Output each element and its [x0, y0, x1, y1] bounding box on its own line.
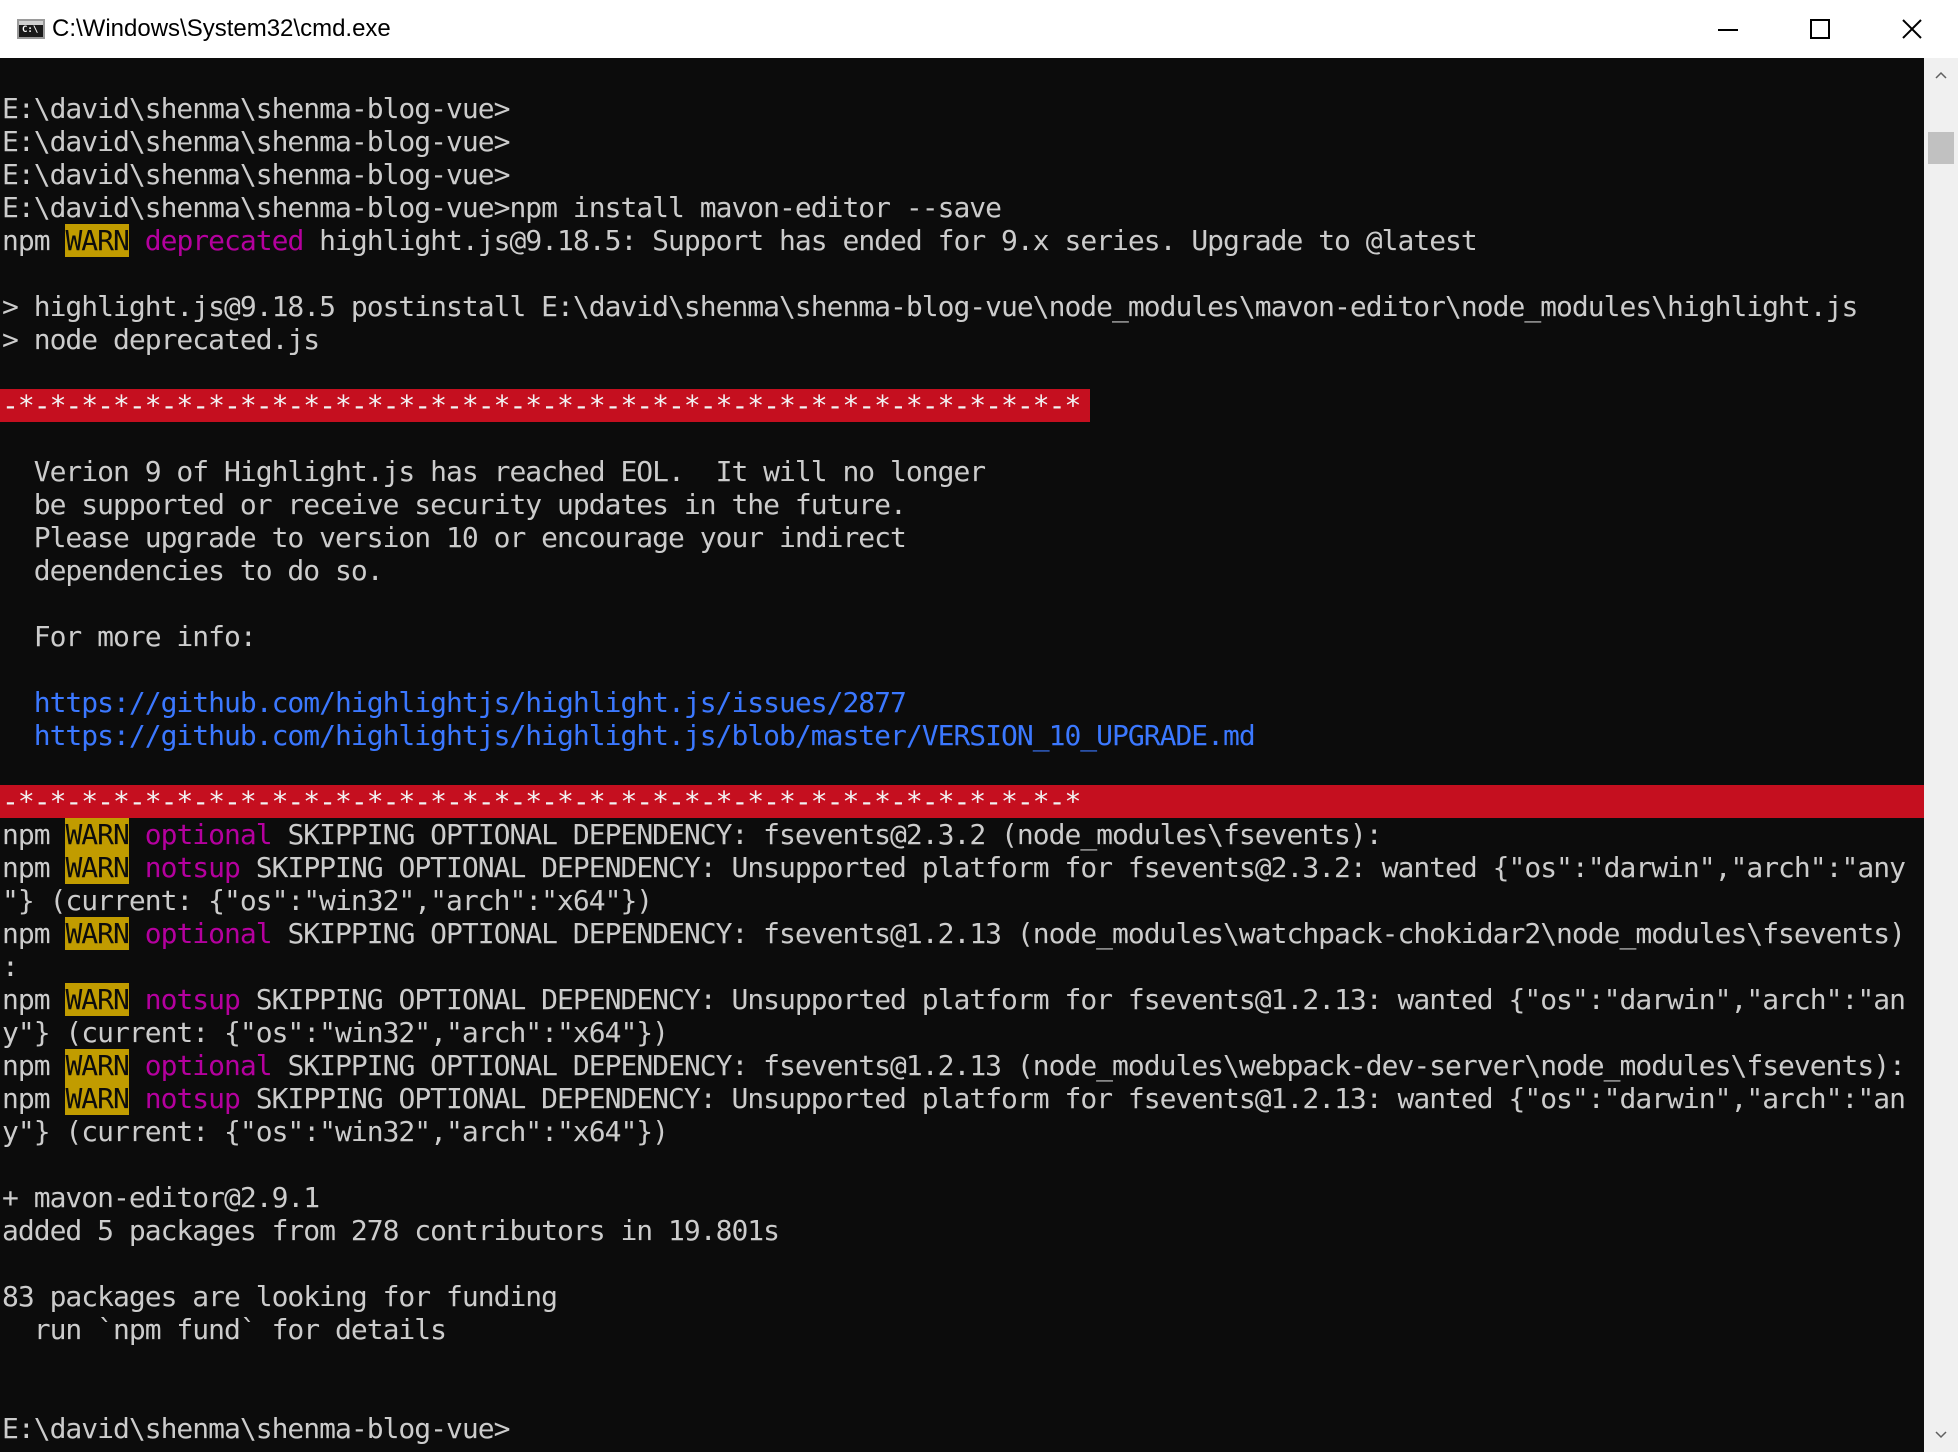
npm-prefix: npm	[2, 983, 66, 1016]
minimize-button[interactable]	[1682, 0, 1774, 58]
warn-tag: notsup	[128, 1082, 241, 1115]
warn-badge: WARN	[65, 1049, 130, 1082]
close-icon	[1902, 19, 1922, 39]
prompt-line: E:\david\shenma\shenma-blog-vue>	[2, 92, 510, 125]
npm-prefix: npm	[2, 1049, 66, 1082]
upgrade-guide-link[interactable]: https://github.com/highlightjs/highlight…	[2, 719, 1256, 752]
warn-tag: notsup	[128, 983, 241, 1016]
eol-notice-line: Please upgrade to version 10 or encourag…	[2, 521, 907, 554]
eol-notice-line: dependencies to do so.	[2, 554, 384, 587]
warn-badge: WARN	[65, 917, 130, 950]
close-button[interactable]	[1866, 0, 1958, 58]
warn-message: highlight.js@9.18.5: Support has ended f…	[303, 224, 1478, 257]
scroll-down-button[interactable]	[1924, 1418, 1958, 1452]
warn-message: SKIPPING OPTIONAL DEPENDENCY: Unsupporte…	[239, 983, 1906, 1016]
warn-line: npm WARN notsup SKIPPING OPTIONAL DEPEND…	[2, 851, 1906, 884]
prompt-line: E:\david\shenma\shenma-blog-vue>	[2, 125, 510, 158]
scrollbar-thumb[interactable]	[1928, 132, 1954, 164]
install-summary-line: added 5 packages from 278 contributors i…	[2, 1214, 780, 1247]
warn-continuation-line: y"} (current: {"os":"win32","arch":"x64"…	[2, 1115, 669, 1148]
postinstall-line: > node deprecated.js	[2, 323, 320, 356]
funding-line: run `npm fund` for details	[2, 1313, 447, 1346]
warn-tag: optional	[128, 818, 273, 851]
minimize-icon	[1718, 29, 1738, 31]
postinstall-line: > highlight.js@9.18.5 postinstall E:\dav…	[2, 290, 1858, 323]
warn-badge: WARN	[65, 224, 130, 257]
scroll-up-button[interactable]	[1924, 58, 1958, 92]
warn-badge: WARN	[65, 983, 130, 1016]
warn-line: npm WARN optional SKIPPING OPTIONAL DEPE…	[2, 818, 1383, 851]
warn-message: SKIPPING OPTIONAL DEPENDENCY: fsevents@1…	[271, 1049, 1905, 1082]
npm-prefix: npm	[2, 917, 66, 950]
warn-line: npm WARN optional SKIPPING OPTIONAL DEPE…	[2, 917, 1906, 950]
warn-continuation-line: "} (current: {"os":"win32","arch":"x64"}…	[2, 884, 653, 917]
window-title: C:\Windows\System32\cmd.exe	[52, 15, 391, 42]
warn-tag: notsup	[128, 851, 241, 884]
chevron-down-icon	[1935, 1431, 1947, 1439]
cmd-window: C:\ C:\Windows\System32\cmd.exe E:\david…	[0, 0, 1958, 1452]
warn-continuation-line: :	[2, 950, 19, 983]
eol-notice-line: be supported or receive security updates…	[2, 488, 907, 521]
warn-badge: WARN	[65, 851, 130, 884]
eol-notice-line: Verion 9 of Highlight.js has reached EOL…	[2, 455, 986, 488]
warn-badge: WARN	[65, 1082, 130, 1115]
stars-text: -*-*-*-*-*-*-*-*-*-*-*-*-*-*-*-*-*-*-*-*…	[2, 785, 1081, 818]
stars-divider-top: -*-*-*-*-*-*-*-*-*-*-*-*-*-*-*-*-*-*-*-*…	[0, 389, 1090, 422]
warn-line: npm WARN notsup SKIPPING OPTIONAL DEPEND…	[2, 983, 1906, 1016]
more-info-line: For more info:	[2, 620, 257, 653]
warn-message: SKIPPING OPTIONAL DEPENDENCY: fsevents@2…	[271, 818, 1382, 851]
vertical-scrollbar[interactable]	[1924, 58, 1958, 1452]
warn-message: SKIPPING OPTIONAL DEPENDENCY: fsevents@1…	[271, 917, 1905, 950]
stars-text: -*-*-*-*-*-*-*-*-*-*-*-*-*-*-*-*-*-*-*-*…	[2, 389, 1081, 422]
npm-prefix: npm	[2, 1082, 66, 1115]
npm-prefix: npm	[2, 224, 66, 257]
warn-line: npm WARN notsup SKIPPING OPTIONAL DEPEND…	[2, 1082, 1906, 1115]
stars-divider-bottom: -*-*-*-*-*-*-*-*-*-*-*-*-*-*-*-*-*-*-*-*…	[0, 785, 1924, 818]
issue-link[interactable]: https://github.com/highlightjs/highlight…	[2, 686, 907, 719]
warn-message: SKIPPING OPTIONAL DEPENDENCY: Unsupporte…	[239, 851, 1906, 884]
warn-continuation-line: y"} (current: {"os":"win32","arch":"x64"…	[2, 1016, 669, 1049]
title-bar[interactable]: C:\ C:\Windows\System32\cmd.exe	[0, 0, 1958, 59]
maximize-icon	[1810, 19, 1830, 39]
warn-tag: deprecated	[128, 224, 305, 257]
chevron-up-icon	[1935, 71, 1947, 79]
maximize-button[interactable]	[1774, 0, 1866, 58]
npm-prefix: npm	[2, 851, 66, 884]
warn-tag: optional	[128, 917, 273, 950]
cmd-icon[interactable]: C:\	[17, 19, 45, 39]
warn-tag: optional	[128, 1049, 273, 1082]
console-output[interactable]: E:\david\shenma\shenma-blog-vue> E:\davi…	[0, 58, 1924, 1452]
install-result-line: + mavon-editor@2.9.1	[2, 1181, 320, 1214]
warn-line: npm WARN optional SKIPPING OPTIONAL DEPE…	[2, 1049, 1906, 1082]
cmd-icon-label: C:\	[22, 25, 39, 35]
deprecated-warning-line: npm WARN deprecated highlight.js@9.18.5:…	[2, 224, 1478, 257]
npm-prefix: npm	[2, 818, 66, 851]
warn-badge: WARN	[65, 818, 130, 851]
funding-line: 83 packages are looking for funding	[2, 1280, 558, 1313]
warn-message: SKIPPING OPTIONAL DEPENDENCY: Unsupporte…	[239, 1082, 1906, 1115]
final-prompt-line: E:\david\shenma\shenma-blog-vue>	[2, 1412, 510, 1445]
prompt-line: E:\david\shenma\shenma-blog-vue>	[2, 158, 510, 191]
command-line: E:\david\shenma\shenma-blog-vue>npm inst…	[2, 191, 1002, 224]
